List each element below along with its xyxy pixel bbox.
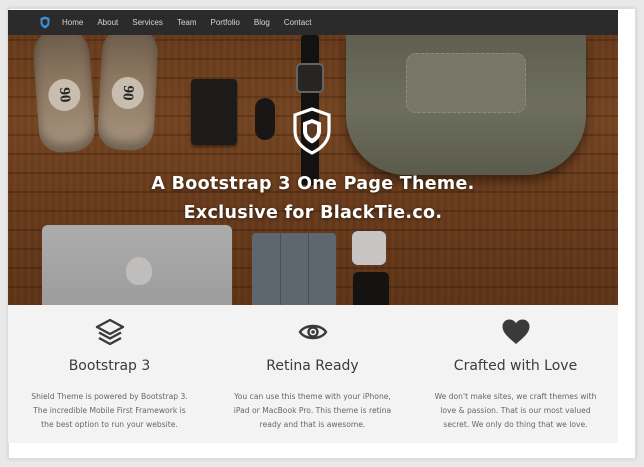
nav-link-blog[interactable]: Blog <box>254 18 270 27</box>
hero-overlay <box>8 35 618 305</box>
feature-description: Shield Theme is powered by Bootstrap 3. … <box>31 392 188 429</box>
feature-title: Crafted with Love <box>453 358 578 374</box>
features-section: Bootstrap 3 Shield Theme is powered by B… <box>8 305 618 443</box>
hero-title-line-2: Exclusive for BlackTie.co. <box>183 203 443 223</box>
feature-retina: Retina Ready You can use this theme with… <box>211 305 414 443</box>
nav-link-home[interactable]: Home <box>62 18 83 27</box>
top-navbar: Home About Services Team Portfolio Blog … <box>8 10 618 35</box>
feature-bootstrap: Bootstrap 3 Shield Theme is powered by B… <box>8 305 211 443</box>
heart-icon <box>500 317 532 347</box>
shield-logo-icon <box>292 107 332 155</box>
feature-description: You can use this theme with your iPhone,… <box>233 392 392 429</box>
layers-icon <box>94 317 126 347</box>
feature-description: We don't make sites, we craft themes wit… <box>434 392 597 429</box>
nav-link-services[interactable]: Services <box>132 18 163 27</box>
hero-section: 90 90 A Bootstrap 3 One Page Theme. Excl… <box>8 35 618 305</box>
eye-icon <box>297 317 329 347</box>
feature-love: Crafted with Love We don't make sites, w… <box>414 305 617 443</box>
nav-link-about[interactable]: About <box>97 18 118 27</box>
nav-link-contact[interactable]: Contact <box>284 18 312 27</box>
feature-title: Bootstrap 3 <box>68 358 151 374</box>
nav-link-portfolio[interactable]: Portfolio <box>211 18 240 27</box>
hero-title-line-1: A Bootstrap 3 One Page Theme. <box>151 174 475 194</box>
nav-link-team[interactable]: Team <box>177 18 197 27</box>
website: Home About Services Team Portfolio Blog … <box>8 10 618 443</box>
feature-title: Retina Ready <box>266 358 359 374</box>
shield-logo-icon[interactable] <box>40 16 50 29</box>
